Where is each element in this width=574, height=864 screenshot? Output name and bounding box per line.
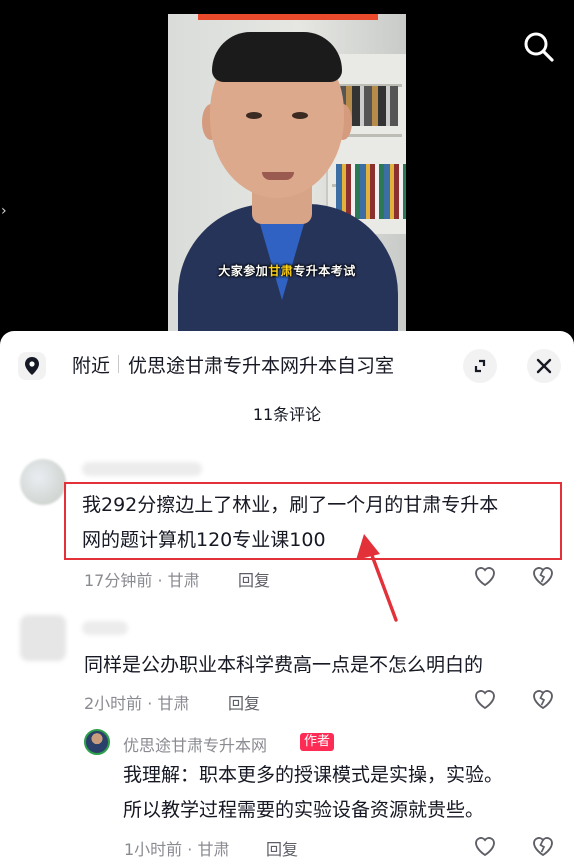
expand-button[interactable] bbox=[463, 349, 497, 383]
heart-icon bbox=[475, 567, 495, 587]
heart-icon bbox=[475, 837, 495, 857]
reply-button[interactable]: 回复 bbox=[238, 567, 270, 591]
video-subtitle: 大家参加甘肃专升本考试 bbox=[168, 262, 406, 279]
location-name[interactable]: 优思途甘肃专升本网升本自习室 bbox=[128, 351, 394, 378]
reply-button[interactable]: 回复 bbox=[266, 836, 298, 860]
shelf-books bbox=[336, 164, 406, 219]
location-pin-icon bbox=[25, 357, 39, 375]
search-button[interactable] bbox=[522, 30, 556, 64]
reply-text-line: 所以教学过程需要的实验设备资源就贵些。 bbox=[123, 799, 485, 821]
location-bar[interactable]: 附近 优思途甘肃专升本网升本自习室 bbox=[0, 331, 574, 397]
reply-meta: 1小时前 · 甘肃 bbox=[124, 840, 230, 859]
annotation-arrow-icon bbox=[356, 534, 398, 622]
like-button[interactable] bbox=[472, 686, 498, 712]
presenter-mouth bbox=[262, 172, 294, 180]
reply-button[interactable]: 回复 bbox=[228, 690, 260, 714]
dislike-button[interactable] bbox=[530, 833, 556, 859]
video-player[interactable]: 大家参加甘肃专升本考试 › bbox=[0, 0, 574, 340]
comment-meta: 2小时前 · 甘肃 bbox=[84, 694, 190, 713]
comment-count: 11条评论 bbox=[252, 405, 322, 424]
search-icon bbox=[524, 32, 554, 62]
author-name[interactable]: 优思途甘肃专升本网 bbox=[123, 732, 267, 756]
close-button[interactable] bbox=[527, 349, 561, 383]
dislike-button[interactable] bbox=[530, 563, 556, 589]
broken-heart-icon bbox=[533, 690, 553, 710]
annotation-highlight-box bbox=[64, 482, 562, 560]
video-frame: 大家参加甘肃专升本考试 bbox=[168, 14, 406, 340]
avatar[interactable] bbox=[20, 459, 66, 505]
comment-text: 同样是公办职业本科学费高一点是不怎么明白的 bbox=[84, 654, 484, 676]
dislike-button[interactable] bbox=[530, 686, 556, 712]
subtitle-highlight: 甘肃 bbox=[268, 264, 294, 278]
author-avatar[interactable] bbox=[84, 729, 110, 755]
side-panel-arrow[interactable]: › bbox=[1, 203, 7, 219]
comment-meta: 17分钟前 · 甘肃 bbox=[84, 571, 200, 590]
avatar[interactable] bbox=[20, 615, 66, 661]
broken-heart-icon bbox=[533, 567, 553, 587]
location-pin-button[interactable] bbox=[18, 352, 46, 380]
presenter-hair bbox=[212, 32, 342, 82]
subtitle-part-1: 大家参加 bbox=[218, 264, 269, 278]
subtitle-part-2: 专升本考试 bbox=[293, 264, 356, 278]
divider bbox=[118, 355, 119, 373]
presenter-eye-left bbox=[246, 112, 262, 119]
broken-heart-icon bbox=[533, 837, 553, 857]
close-icon bbox=[536, 358, 552, 374]
expand-icon bbox=[474, 359, 486, 373]
presenter-eye-right bbox=[292, 112, 308, 119]
like-button[interactable] bbox=[472, 833, 498, 859]
reply-text-line: 我理解：职本更多的授课模式是实操，实验。 bbox=[123, 764, 504, 786]
like-button[interactable] bbox=[472, 563, 498, 589]
commenter-name[interactable] bbox=[82, 462, 202, 476]
nearby-label: 附近 bbox=[72, 355, 111, 377]
commenter-name[interactable] bbox=[82, 621, 128, 635]
comment-sheet: 附近 优思途甘肃专升本网升本自习室 11条评论 我292分擦边上了林业，刷了一个… bbox=[0, 331, 574, 864]
heart-icon bbox=[475, 690, 495, 710]
author-badge: 作者 bbox=[300, 733, 335, 751]
top-banner-strip bbox=[198, 14, 378, 20]
